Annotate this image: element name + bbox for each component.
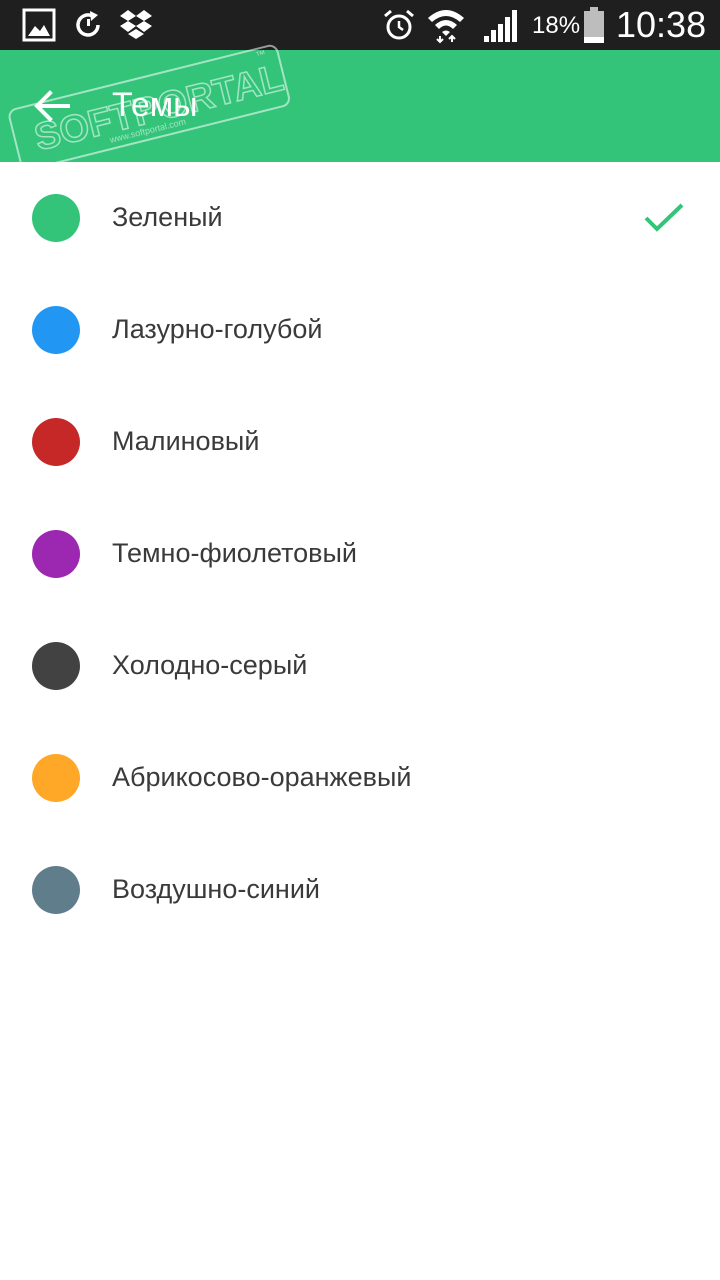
color-swatch [32, 642, 80, 690]
battery-percent: 18% [532, 12, 581, 39]
theme-item[interactable]: Темно-фиолетовый [0, 498, 720, 610]
color-swatch [32, 530, 80, 578]
alarm-icon [384, 9, 414, 40]
color-swatch [32, 754, 80, 802]
theme-label: Воздушно-синий [112, 874, 320, 904]
color-swatch [32, 306, 80, 354]
theme-label: Абрикосово-оранжевый [112, 762, 412, 792]
theme-label: Лазурно-голубой [112, 314, 323, 344]
color-swatch [32, 866, 80, 914]
check-icon [644, 203, 684, 232]
theme-label: Зеленый [112, 202, 223, 232]
battery-icon [584, 7, 604, 43]
theme-item[interactable]: Воздушно-синий [0, 834, 720, 946]
theme-item[interactable]: Лазурно-голубой [0, 274, 720, 386]
color-swatch [32, 418, 80, 466]
theme-item[interactable]: Малиновый [0, 386, 720, 498]
status-bar: 18% 10:38 [0, 0, 720, 50]
arrow-back-icon[interactable] [28, 82, 76, 130]
app-bar: Темы [0, 50, 720, 162]
page-title: Темы [112, 86, 198, 124]
theme-label: Холодно-серый [112, 650, 308, 680]
theme-item[interactable]: Абрикосово-оранжевый [0, 722, 720, 834]
dropbox-icon [120, 10, 152, 39]
clock: 10:38 [616, 4, 707, 45]
wifi-icon [428, 10, 464, 44]
theme-item[interactable]: Зеленый [0, 162, 720, 274]
theme-item[interactable]: Холодно-серый [0, 610, 720, 722]
gallery-icon [22, 8, 56, 42]
sync-icon [76, 11, 100, 37]
signal-icon [484, 10, 517, 42]
theme-label: Темно-фиолетовый [112, 538, 357, 568]
theme-label: Малиновый [112, 426, 260, 456]
color-swatch [32, 194, 80, 242]
theme-list: Зеленый Лазурно-голубой Малиновый Темно-фио… [0, 162, 720, 946]
